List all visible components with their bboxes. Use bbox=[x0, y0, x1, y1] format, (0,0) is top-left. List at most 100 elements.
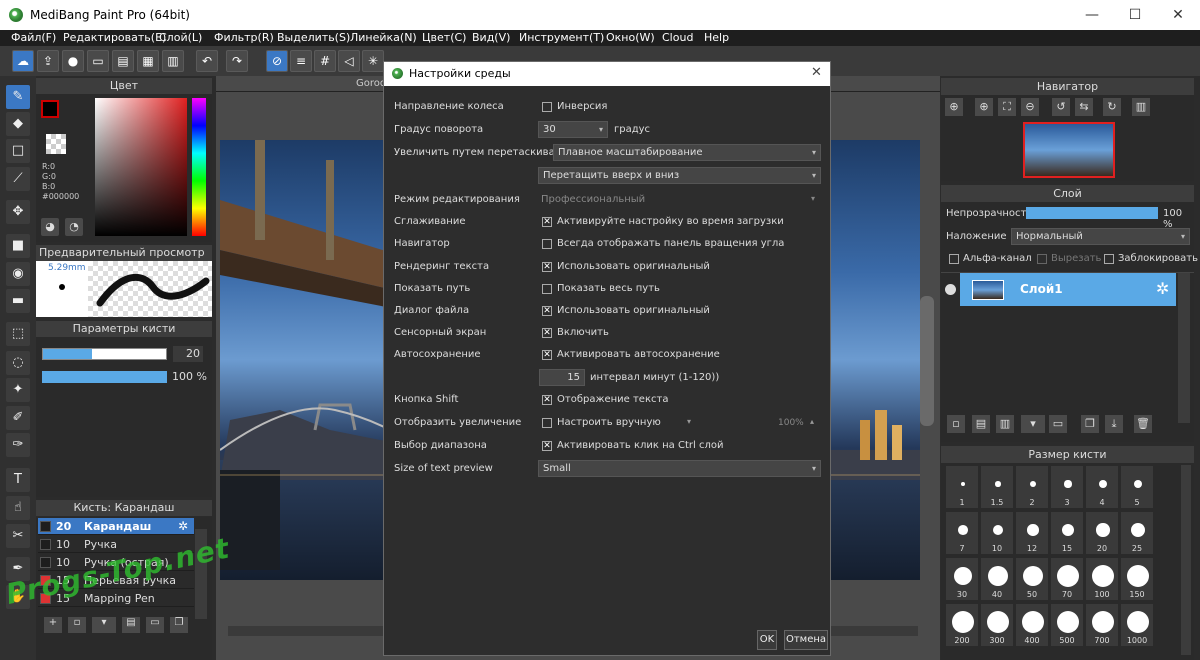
brush-size-cell[interactable]: 12 bbox=[1015, 511, 1049, 555]
radial-snap-icon[interactable]: ✳ bbox=[362, 50, 384, 72]
autosave-interval-input[interactable]: 15 bbox=[539, 369, 585, 386]
rotate-left-icon[interactable]: ↺ bbox=[1052, 98, 1070, 116]
menu-filter[interactable]: Фильтр(R) bbox=[214, 31, 274, 44]
zoom-show-checkbox[interactable] bbox=[542, 418, 552, 428]
brush-size-value[interactable]: 20 bbox=[173, 346, 203, 362]
new-halftone-layer-icon[interactable]: ▤ bbox=[972, 415, 990, 433]
shift-checkbox[interactable]: ✕ bbox=[542, 395, 552, 405]
rotate-right-icon[interactable]: ↻ bbox=[1103, 98, 1121, 116]
menu-edit[interactable]: Редактировать(E) bbox=[63, 31, 166, 44]
divide-tool-icon[interactable]: ✂ bbox=[6, 524, 30, 548]
zoom-out-icon[interactable]: ⊖ bbox=[1021, 98, 1039, 116]
brush-size-cell[interactable]: 200 bbox=[945, 603, 979, 647]
brush-size-cell[interactable]: 500 bbox=[1050, 603, 1084, 647]
flip-icon[interactable]: ⇆ bbox=[1075, 98, 1093, 116]
select-rect-icon[interactable]: ⬚ bbox=[6, 322, 30, 346]
brush-size-cell[interactable]: 4 bbox=[1085, 465, 1119, 509]
message-icon[interactable]: ▭ bbox=[87, 50, 109, 72]
maximize-icon[interactable]: ☐ bbox=[1120, 4, 1150, 26]
new-1bit-layer-icon[interactable]: ▥ bbox=[996, 415, 1014, 433]
brush-size-slider[interactable] bbox=[42, 348, 167, 360]
text-tool-icon[interactable]: T bbox=[6, 468, 30, 492]
brush-size-cell[interactable]: 30 bbox=[945, 557, 979, 601]
zoom-show-spin-icon[interactable]: ▴ bbox=[810, 417, 814, 426]
fit-icon[interactable]: ⛶ bbox=[998, 98, 1016, 116]
brush-size-cell[interactable]: 300 bbox=[980, 603, 1014, 647]
brush-size-cell[interactable]: 10 bbox=[980, 511, 1014, 555]
brush-size-scrollbar[interactable] bbox=[1181, 465, 1191, 655]
edit-mode-value[interactable]: Профессиональный bbox=[541, 194, 645, 205]
dialog-close-icon[interactable]: ✕ bbox=[811, 65, 822, 80]
brush-size-cell[interactable]: 50 bbox=[1015, 557, 1049, 601]
layer-folder-icon[interactable]: ▭ bbox=[1049, 415, 1067, 433]
menu-select[interactable]: Выделить(S) bbox=[277, 31, 350, 44]
brush-doc-icon[interactable]: ▤ bbox=[122, 617, 140, 633]
close-window-icon[interactable]: ✕ bbox=[1163, 4, 1193, 26]
brush-new-icon[interactable]: ▫ bbox=[68, 617, 86, 633]
eraser-tool-icon[interactable]: ◆ bbox=[6, 112, 30, 136]
menu-layer[interactable]: Слой(L) bbox=[159, 31, 202, 44]
brush-size-cell[interactable]: 700 bbox=[1085, 603, 1119, 647]
brush-size-cell[interactable]: 25 bbox=[1120, 511, 1154, 555]
layer-scrollbar[interactable] bbox=[1178, 273, 1190, 423]
brush-size-cell[interactable]: 1000 bbox=[1120, 603, 1154, 647]
gradient-tool-icon[interactable]: ▬ bbox=[6, 289, 30, 313]
saturation-value-picker[interactable] bbox=[95, 98, 187, 236]
brush-size-cell[interactable]: 400 bbox=[1015, 603, 1049, 647]
menu-ruler[interactable]: Линейка(N) bbox=[350, 31, 417, 44]
smoothing-checkbox[interactable]: ✕ bbox=[542, 217, 552, 227]
autosave-checkbox[interactable]: ✕ bbox=[542, 350, 552, 360]
zoom-drag-direction-select[interactable]: Перетащить вверх и вниз ▾ bbox=[538, 167, 821, 184]
menu-file[interactable]: Файл(F) bbox=[11, 31, 56, 44]
blend-mode-select[interactable]: Нормальный ▾ bbox=[1011, 228, 1190, 245]
layer-row[interactable]: Слой1 ✲ bbox=[960, 273, 1176, 306]
menu-help[interactable]: Help bbox=[704, 31, 729, 44]
brush-size-cell[interactable]: 1.5 bbox=[980, 465, 1014, 509]
menu-color[interactable]: Цвет(C) bbox=[422, 31, 466, 44]
brush-size-cell[interactable]: 5 bbox=[1120, 465, 1154, 509]
brush-menu-icon[interactable]: ▾ bbox=[92, 617, 116, 633]
palette-icon[interactable]: ◕ bbox=[41, 218, 59, 236]
navigator-thumbnail[interactable] bbox=[1023, 122, 1115, 178]
zoom-show-dropdown-icon[interactable]: ▾ bbox=[687, 417, 691, 426]
clip-checkbox[interactable] bbox=[1037, 254, 1047, 264]
alpha-checkbox[interactable] bbox=[949, 254, 959, 264]
ok-button[interactable]: OK bbox=[757, 630, 777, 650]
brush-size-cell[interactable]: 15 bbox=[1050, 511, 1084, 555]
layer-merge-icon[interactable]: ⤓ bbox=[1105, 415, 1123, 433]
menu-window[interactable]: Окно(W) bbox=[606, 31, 655, 44]
layer-delete-icon[interactable]: 🗑 bbox=[1134, 415, 1152, 433]
layer-opacity-slider[interactable] bbox=[1026, 207, 1158, 219]
operation-tool-icon[interactable]: ☝ bbox=[6, 496, 30, 520]
brush-row[interactable]: 20 Карандаш ✲ bbox=[38, 518, 194, 535]
lasso-icon[interactable]: ◌ bbox=[6, 351, 30, 375]
select-pen-icon[interactable]: ✐ bbox=[6, 406, 30, 430]
menu-view[interactable]: Вид(V) bbox=[472, 31, 510, 44]
menu-cloud[interactable]: Cloud bbox=[662, 31, 693, 44]
cloud-icon[interactable]: ☁ bbox=[12, 50, 34, 72]
navigator-settings-icon[interactable]: ▥ bbox=[1132, 98, 1150, 116]
new-file-icon[interactable]: ⇪ bbox=[37, 50, 59, 72]
brush-size-cell[interactable]: 100 bbox=[1085, 557, 1119, 601]
magic-wand-icon[interactable]: ✦ bbox=[6, 378, 30, 402]
select-eraser-icon[interactable]: ✑ bbox=[6, 433, 30, 457]
undo-icon[interactable]: ↶ bbox=[196, 50, 218, 72]
fill-rect-tool-icon[interactable]: ■ bbox=[6, 234, 30, 258]
bucket-tool-icon[interactable]: ◉ bbox=[6, 262, 30, 286]
zoom-in-icon[interactable]: ⊕ bbox=[945, 98, 963, 116]
canvas-tab-title[interactable]: Gorod bbox=[356, 78, 386, 89]
palette-settings-icon[interactable]: ◔ bbox=[65, 218, 83, 236]
shape-tool-icon[interactable]: □ bbox=[6, 139, 30, 163]
menu-tool[interactable]: Инструмент(T) bbox=[519, 31, 604, 44]
touch-checkbox[interactable]: ✕ bbox=[542, 328, 552, 338]
move-tool-icon[interactable]: ✥ bbox=[6, 200, 30, 224]
layer-visibility-icon[interactable] bbox=[945, 284, 956, 295]
brush-tool-icon[interactable]: ✎ bbox=[6, 85, 30, 109]
layer-duplicate-icon[interactable]: ❐ bbox=[1081, 415, 1099, 433]
parallel-snap-icon[interactable]: ≡ bbox=[290, 50, 312, 72]
text-render-checkbox[interactable]: ✕ bbox=[542, 262, 552, 272]
cancel-button[interactable]: Отмена bbox=[784, 630, 828, 650]
brush-folder-icon[interactable]: ▭ bbox=[146, 617, 164, 633]
brush-size-cell[interactable]: 40 bbox=[980, 557, 1014, 601]
zoom-drag-select[interactable]: Плавное масштабирование ▾ bbox=[553, 144, 821, 161]
